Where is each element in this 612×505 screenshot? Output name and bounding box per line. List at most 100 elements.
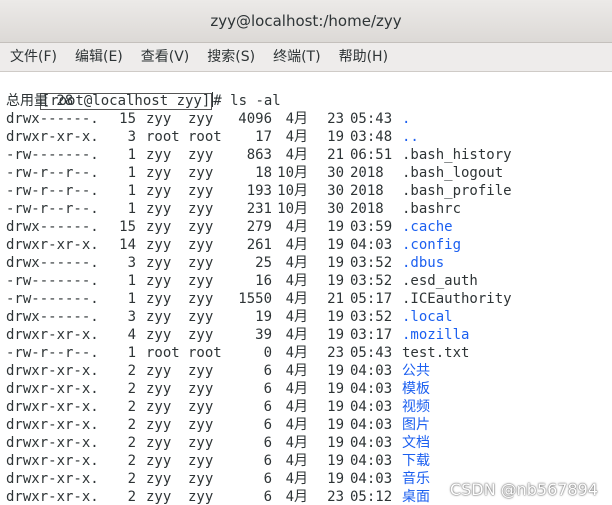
file-month: 10月 xyxy=(277,165,308,181)
menu-terminal[interactable]: 终端(T) xyxy=(263,43,328,71)
file-row: drwxr-xr-x. 14 zyy zyy 261 4月 19 04:03 .config xyxy=(6,236,606,254)
file-row: drwx------. 15 zyy zyy 279 4月 19 03:59 .cache xyxy=(6,218,606,236)
file-size: 6 xyxy=(263,471,272,487)
file-links: 1 xyxy=(127,345,136,361)
file-links: 1 xyxy=(127,147,136,163)
file-month: 4月 xyxy=(285,435,308,451)
file-size: 6 xyxy=(263,399,272,415)
file-owner: root xyxy=(146,345,180,361)
file-day: 19 xyxy=(327,453,344,469)
file-month: 10月 xyxy=(277,201,308,217)
file-name: . xyxy=(402,111,411,127)
file-group: zyy xyxy=(188,219,214,235)
file-links: 1 xyxy=(127,201,136,217)
file-links: 2 xyxy=(127,489,136,505)
file-month: 10月 xyxy=(277,183,308,199)
file-perm: -rw-------. xyxy=(6,291,99,307)
window-titlebar[interactable]: zyy@localhost:/home/zyy xyxy=(0,0,612,43)
file-month: 4月 xyxy=(285,309,308,325)
file-owner: zyy xyxy=(146,291,172,307)
terminal-output[interactable]: [root@localhost zyy] # ls -al 总用量 28 drwx… xyxy=(0,72,612,505)
file-time: 04:03 xyxy=(350,453,393,469)
file-size: 0 xyxy=(263,345,272,361)
file-perm: -rw-------. xyxy=(6,273,99,289)
file-row: drwx------. 3 zyy zyy 25 4月 19 03:52 .dbus xyxy=(6,254,606,272)
file-time: 05:43 xyxy=(350,345,393,361)
file-day: 30 xyxy=(327,183,344,199)
file-size: 39 xyxy=(255,327,272,343)
file-links: 4 xyxy=(127,327,136,343)
file-row: drwxr-xr-x. 2 zyy zyy 6 4月 19 04:03 视频 xyxy=(6,398,606,416)
file-size: 6 xyxy=(263,489,272,505)
file-perm: drwxr-xr-x. xyxy=(6,489,99,505)
file-links: 1 xyxy=(127,273,136,289)
file-perm: drwxr-xr-x. xyxy=(6,129,99,145)
file-perm: drwxr-xr-x. xyxy=(6,327,99,343)
file-links: 1 xyxy=(127,165,136,181)
file-owner: zyy xyxy=(146,363,172,379)
menu-search[interactable]: 搜索(S) xyxy=(197,43,263,71)
total-line: 总用量 28 xyxy=(6,93,74,109)
menu-edit[interactable]: 编辑(E) xyxy=(65,43,131,71)
file-owner: zyy xyxy=(146,453,172,469)
file-month: 4月 xyxy=(285,417,308,433)
file-size: 17 xyxy=(255,129,272,145)
file-day: 19 xyxy=(327,237,344,253)
file-name: .local xyxy=(402,309,453,325)
file-perm: drwx------. xyxy=(6,219,99,235)
file-size: 261 xyxy=(246,237,272,253)
file-row: drwxr-xr-x. 2 zyy zyy 6 4月 19 04:03 模板 xyxy=(6,380,606,398)
file-time: 05:12 xyxy=(350,489,393,505)
file-time: 04:03 xyxy=(350,435,393,451)
file-name: .bash_history xyxy=(402,147,512,163)
command-text: # ls -al xyxy=(213,93,281,109)
file-time: 04:03 xyxy=(350,471,393,487)
file-size: 25 xyxy=(255,255,272,271)
file-owner: zyy xyxy=(146,255,172,271)
file-day: 19 xyxy=(327,273,344,289)
file-group: zyy xyxy=(188,363,214,379)
command-line: [root@localhost zyy] # ls -al xyxy=(6,74,281,110)
file-time: 05:17 xyxy=(350,291,393,307)
file-day: 30 xyxy=(327,201,344,217)
file-group: zyy xyxy=(188,453,214,469)
menu-view[interactable]: 查看(V) xyxy=(131,43,198,71)
file-day: 23 xyxy=(327,489,344,505)
menu-file[interactable]: 文件(F) xyxy=(0,43,65,71)
file-name: test.txt xyxy=(402,345,470,361)
file-day: 21 xyxy=(327,147,344,163)
file-name: .esd_auth xyxy=(402,273,478,289)
file-owner: zyy xyxy=(146,183,172,199)
file-month: 4月 xyxy=(285,129,308,145)
file-row: -rw-------. 1 zyy zyy 1550 4月 21 05:17 .ICEautho… xyxy=(6,290,606,308)
file-perm: -rw-r--r--. xyxy=(6,165,99,181)
file-day: 19 xyxy=(327,327,344,343)
file-name: .bashrc xyxy=(402,201,462,217)
file-month: 4月 xyxy=(285,363,308,379)
file-name: 视频 xyxy=(402,399,430,415)
file-name: 公共 xyxy=(402,363,430,379)
file-time: 04:03 xyxy=(350,399,393,415)
file-perm: drwxr-xr-x. xyxy=(6,237,99,253)
file-name: .bash_logout xyxy=(402,165,504,181)
file-name: .mozilla xyxy=(402,327,470,343)
file-name: .ICEauthority xyxy=(402,291,512,307)
file-day: 19 xyxy=(327,399,344,415)
file-size: 193 xyxy=(246,183,272,199)
file-row: -rw-------. 1 zyy zyy 16 4月 19 03:52 .esd_auth xyxy=(6,272,606,290)
file-perm: drwxr-xr-x. xyxy=(6,381,99,397)
file-perm: drwxr-xr-x. xyxy=(6,435,99,451)
file-day: 23 xyxy=(327,345,344,361)
file-owner: zyy xyxy=(146,489,172,505)
file-links: 1 xyxy=(127,183,136,199)
file-group: zyy xyxy=(188,417,214,433)
file-day: 19 xyxy=(327,435,344,451)
menu-help[interactable]: 帮助(H) xyxy=(329,43,396,71)
file-time: 05:43 xyxy=(350,111,393,127)
file-perm: drwxr-xr-x. xyxy=(6,363,99,379)
file-size: 279 xyxy=(246,219,272,235)
file-time: 03:52 xyxy=(350,273,393,289)
file-owner: zyy xyxy=(146,219,172,235)
file-links: 2 xyxy=(127,471,136,487)
file-group: root xyxy=(188,129,222,145)
